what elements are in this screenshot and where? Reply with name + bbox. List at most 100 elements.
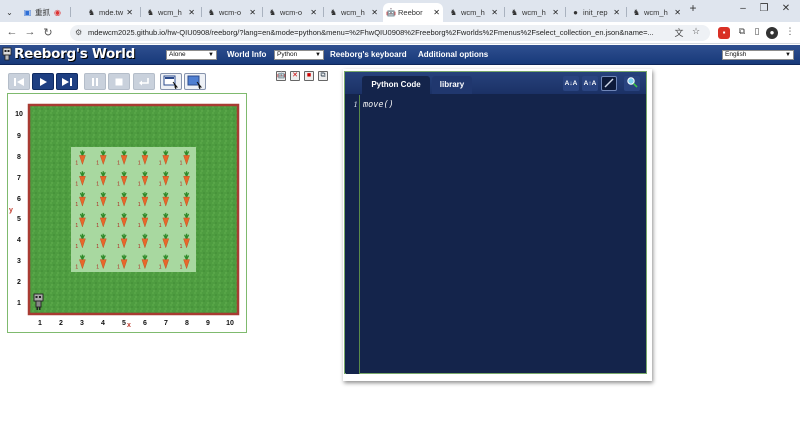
close-icon[interactable]: ✕ <box>371 8 378 17</box>
extension-icon[interactable]: ▪ <box>718 27 730 39</box>
carrot-count: 1 <box>75 160 78 166</box>
tab-group-label: 重抓 <box>35 8 50 17</box>
tab-5[interactable]: ♞ wcm_h ✕ <box>326 3 381 22</box>
minimize-button[interactable]: – <box>736 3 750 14</box>
screen-cursor-icon <box>187 75 203 89</box>
hat-icon: ♞ <box>510 8 519 17</box>
carrot-count: 1 <box>180 160 183 166</box>
hat-icon: ♞ <box>449 8 458 17</box>
carrot-count: 1 <box>75 181 78 187</box>
screen: ⌄ ▣ 重抓 ◉ ♞ mde.tw ✕ ♞ wcm_h ✕ ♞ wcm-o ✕ … <box>0 0 800 429</box>
tab-search-icon[interactable]: ⌄ <box>2 3 16 22</box>
tab-8[interactable]: ♞ wcm_h ✕ <box>507 3 562 22</box>
y-tick-10: 10 <box>15 111 23 118</box>
carrot-count: 1 <box>180 265 183 271</box>
stop-button[interactable] <box>108 73 130 90</box>
close-icon[interactable]: ✕ <box>613 8 620 17</box>
bookmark-star-icon[interactable]: ☆ <box>690 26 702 37</box>
additional-options-button[interactable]: Additional options <box>418 50 488 59</box>
site-info-icon[interactable]: ⚙ <box>75 25 82 41</box>
carrot-count: 1 <box>180 223 183 229</box>
back-arrow-icon[interactable]: ← <box>5 26 19 38</box>
return-button[interactable] <box>133 73 155 90</box>
new-tab-button[interactable]: + <box>686 1 700 15</box>
close-icon[interactable]: ✕ <box>310 8 317 17</box>
chevron-down-icon: ▼ <box>315 52 321 58</box>
carrot-count: 1 <box>75 244 78 250</box>
robot-info-icon[interactable]: 🤖 <box>276 71 286 81</box>
run-button[interactable] <box>32 73 54 90</box>
tab-7[interactable]: ♞ wcm_h ✕ <box>446 3 501 22</box>
step-forward-icon <box>62 77 72 86</box>
increase-font-button[interactable]: A↑A <box>582 76 598 91</box>
close-icon[interactable]: ✕ <box>188 8 195 17</box>
step-button[interactable] <box>56 73 78 90</box>
tab-3[interactable]: ♞ wcm-o ✕ <box>204 3 259 22</box>
edit-world-icon[interactable]: ⧉ <box>318 71 328 81</box>
world-info-button[interactable]: World Info <box>227 50 266 59</box>
search-button[interactable] <box>624 76 640 91</box>
x-tick-4: 4 <box>101 320 105 327</box>
close-icon[interactable]: ✕ <box>126 8 133 17</box>
carrot-count: 1 <box>117 223 120 229</box>
translate-icon[interactable]: 文 <box>673 26 685 39</box>
menu-kebab-icon[interactable]: ⋮ <box>784 26 796 37</box>
highlight-button[interactable] <box>160 73 182 90</box>
line-number-gutter: 1 <box>346 95 360 374</box>
search-icon <box>627 77 638 88</box>
profile-avatar[interactable]: ● <box>766 27 778 39</box>
carrot-count: 1 <box>117 265 120 271</box>
language-select[interactable]: English ▼ <box>722 50 794 60</box>
x-tick-7: 7 <box>164 320 168 327</box>
puzzle-icon[interactable]: ⧉ <box>736 26 748 37</box>
reload-icon[interactable]: ↻ <box>41 26 55 39</box>
window-close-button[interactable]: ✕ <box>779 3 793 14</box>
reload-world-button[interactable] <box>8 73 30 90</box>
tab-2[interactable]: ♞ wcm_h ✕ <box>143 3 198 22</box>
erase-icon[interactable]: ■ <box>304 71 314 81</box>
restore-button[interactable]: ❐ <box>757 3 771 14</box>
close-icon[interactable]: ✕ <box>433 8 440 17</box>
world-select[interactable]: Alone ▼ <box>166 50 217 60</box>
tab-python-code[interactable]: Python Code <box>362 76 430 94</box>
code-line[interactable]: move() <box>363 100 394 110</box>
pencil-toggle-button[interactable] <box>601 76 617 91</box>
carrot-count: 1 <box>96 223 99 229</box>
x-tick-2: 2 <box>59 320 63 327</box>
pause-button[interactable] <box>84 73 106 90</box>
carrot-count: 1 <box>159 160 162 166</box>
github-icon: ● <box>573 8 578 17</box>
sidebar-icon[interactable]: ▯ <box>751 26 763 37</box>
close-icon[interactable]: ✕ <box>249 8 256 17</box>
close-icon[interactable]: ✕ <box>552 8 559 17</box>
tab-library[interactable]: library <box>432 76 472 94</box>
forward-arrow-icon[interactable]: → <box>23 26 37 38</box>
return-icon <box>139 77 149 85</box>
tab-4[interactable]: ♞ wcm-o ✕ <box>265 3 320 22</box>
chevron-down-icon: ▼ <box>208 52 214 58</box>
remove-icon[interactable]: ✕ <box>290 71 300 81</box>
pencil-icon <box>604 78 614 88</box>
line-number: 1 <box>353 101 358 109</box>
tab-10[interactable]: ♞ wcm_h ✕ <box>629 3 684 22</box>
tab-1[interactable]: ♞ mde.tw ✕ <box>84 3 136 22</box>
carrot-count: 1 <box>117 160 120 166</box>
close-icon[interactable]: ✕ <box>674 8 681 17</box>
x-tick-8: 8 <box>185 320 189 327</box>
y-tick-3: 3 <box>17 258 21 265</box>
robot-icon: 🤖 <box>386 8 396 17</box>
tab-group[interactable]: ▣ 重抓 ◉ <box>20 3 68 22</box>
world-canvas: 1 1 1 1 1 1 1 1 1 1 1 1 1 1 1 1 1 1 1 1 1 1 1 1 1 1 1 1 1 1 1 1 1 1 1 1 <box>27 103 240 316</box>
tab-6-active[interactable]: 🤖 Reebor ✕ <box>383 3 443 22</box>
tab-9[interactable]: ● init_rep ✕ <box>568 3 623 22</box>
editor-tab-bar: Python Code library A↓A A↑A <box>345 72 646 94</box>
mode-select[interactable]: Python ▼ <box>274 50 324 60</box>
url-field[interactable]: ⚙ mdewcm2025.github.io/hw-QIU0908/reebor… <box>70 25 710 41</box>
close-icon[interactable]: ✕ <box>491 8 498 17</box>
keyboard-button[interactable]: Reeborg's keyboard <box>330 50 407 59</box>
decrease-font-button[interactable]: A↓A <box>563 76 579 91</box>
carrot-count: 1 <box>138 244 141 250</box>
stop-icon <box>115 78 123 85</box>
code-editor: Python Code library A↓A A↑A 1 move() <box>344 71 647 374</box>
watch-button[interactable] <box>184 73 206 90</box>
